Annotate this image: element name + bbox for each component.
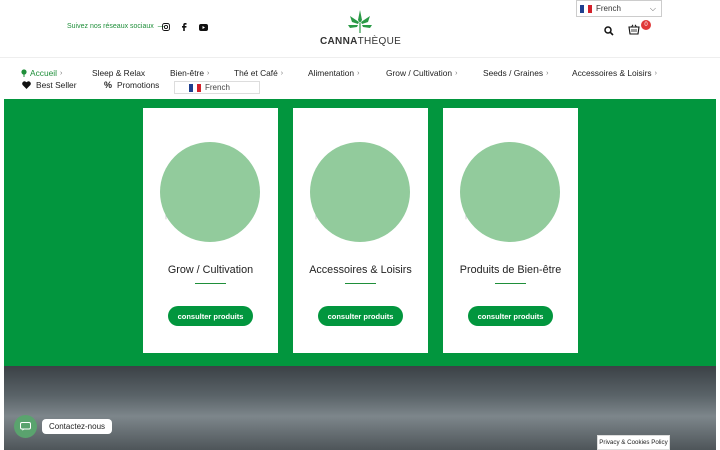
france-flag-icon: [189, 83, 201, 92]
chat-icon: [20, 422, 31, 431]
nav-label-bien-etre: Bien-être: [170, 68, 204, 78]
nav-label-alimentation: Alimentation: [308, 68, 355, 78]
language-select-value: French: [596, 4, 621, 13]
chevron-right-icon: ›: [357, 69, 360, 77]
chevron-down-icon: ⌵: [649, 4, 656, 13]
heart-icon: [22, 81, 31, 89]
chat-label[interactable]: Contactez-nous: [42, 419, 113, 434]
nav-label-promotions: Promotions: [117, 80, 160, 90]
site-logo[interactable]: CANNATHÈQUE: [320, 8, 402, 52]
search-icon[interactable]: [604, 23, 614, 36]
title-underline: [495, 283, 526, 284]
nav-item-accessoires-loisirs[interactable]: Accessoires & Loisirs ›: [572, 68, 657, 78]
social-text: Suivez nos réseaux sociaux: [67, 23, 154, 30]
category-title[interactable]: Accessoires & Loisirs: [293, 264, 428, 276]
header-divider: [0, 57, 720, 58]
logo-text-light: THÈQUE: [357, 36, 402, 47]
logo-text-bold: CANNA: [320, 36, 358, 47]
social-follow: Suivez nos réseaux sociaux —: [67, 23, 165, 30]
nav-label-accueil: Accueil: [30, 68, 57, 78]
language-select[interactable]: French ⌵: [576, 0, 662, 17]
nav-label-grow-cultivation: Grow / Cultivation: [386, 68, 453, 78]
nav-item-promotions[interactable]: % Promotions: [104, 80, 159, 90]
nav-item-alimentation[interactable]: Alimentation ›: [308, 68, 359, 78]
cannabis-leaf-icon: [348, 10, 372, 33]
category-card-grow[interactable]: Grow / Cultivation consulter produits: [143, 108, 278, 353]
nav-item-bien-etre[interactable]: Bien-être ›: [170, 68, 209, 78]
consulter-produits-button[interactable]: consulter produits: [168, 306, 253, 326]
france-flag-icon: [580, 4, 592, 13]
page: Suivez nos réseaux sociaux — CANNATHÈQUE…: [0, 0, 720, 450]
nav-item-seeds-graines[interactable]: Seeds / Graines ›: [483, 68, 548, 78]
cookie-policy-button[interactable]: Privacy & Cookies Policy: [597, 435, 670, 450]
category-title[interactable]: Produits de Bien-être: [443, 264, 578, 276]
nav-label-sleep-relax: Sleep & Relax: [92, 68, 146, 78]
title-underline: [195, 283, 226, 284]
nav-label-best-seller: Best Seller: [36, 80, 77, 90]
consulter-produits-button[interactable]: consulter produits: [318, 306, 403, 326]
category-image[interactable]: [160, 142, 260, 242]
category-title[interactable]: Grow / Cultivation: [143, 264, 278, 276]
category-image[interactable]: [310, 142, 410, 242]
nav-item-the-cafe[interactable]: Thé et Café ›: [234, 68, 283, 78]
consulter-produits-button[interactable]: consulter produits: [468, 306, 553, 326]
logo-text: CANNATHÈQUE: [320, 36, 402, 47]
chevron-right-icon: ›: [546, 69, 549, 77]
category-card-accessoires[interactable]: Accessoires & Loisirs consulter produits: [293, 108, 428, 353]
facebook-icon[interactable]: [179, 22, 189, 32]
chevron-right-icon: ›: [206, 69, 210, 77]
cart-count-badge: 0: [641, 20, 651, 30]
youtube-icon[interactable]: [198, 22, 208, 32]
instagram-icon[interactable]: [161, 22, 171, 32]
pin-icon: [21, 69, 27, 77]
percent-icon: %: [104, 80, 113, 90]
chevron-right-icon: ›: [455, 69, 458, 77]
category-card-bien-etre[interactable]: Produits de Bien-être consulter produits: [443, 108, 578, 353]
chevron-right-icon: ›: [654, 69, 657, 77]
chevron-right-icon: ›: [60, 69, 63, 77]
nav-item-best-seller[interactable]: Best Seller: [22, 80, 77, 90]
cart-icon[interactable]: [628, 22, 640, 35]
nav-item-grow-cultivation[interactable]: Grow / Cultivation ›: [386, 68, 457, 78]
nav-label-seeds-graines: Seeds / Graines: [483, 68, 544, 78]
nav-item-accueil[interactable]: Accueil ›: [21, 68, 62, 78]
nav-language-option[interactable]: French: [174, 81, 260, 94]
nav-item-sleep-relax[interactable]: Sleep & Relax: [92, 68, 145, 78]
chat-button[interactable]: [14, 415, 37, 438]
chevron-right-icon: ›: [280, 69, 284, 77]
category-image[interactable]: [460, 142, 560, 242]
nav-language-label: French: [205, 83, 230, 92]
nav-label-the-cafe: Thé et Café: [234, 68, 278, 78]
nav-label-accessoires-loisirs: Accessoires & Loisirs: [572, 68, 652, 78]
title-underline: [345, 283, 376, 284]
